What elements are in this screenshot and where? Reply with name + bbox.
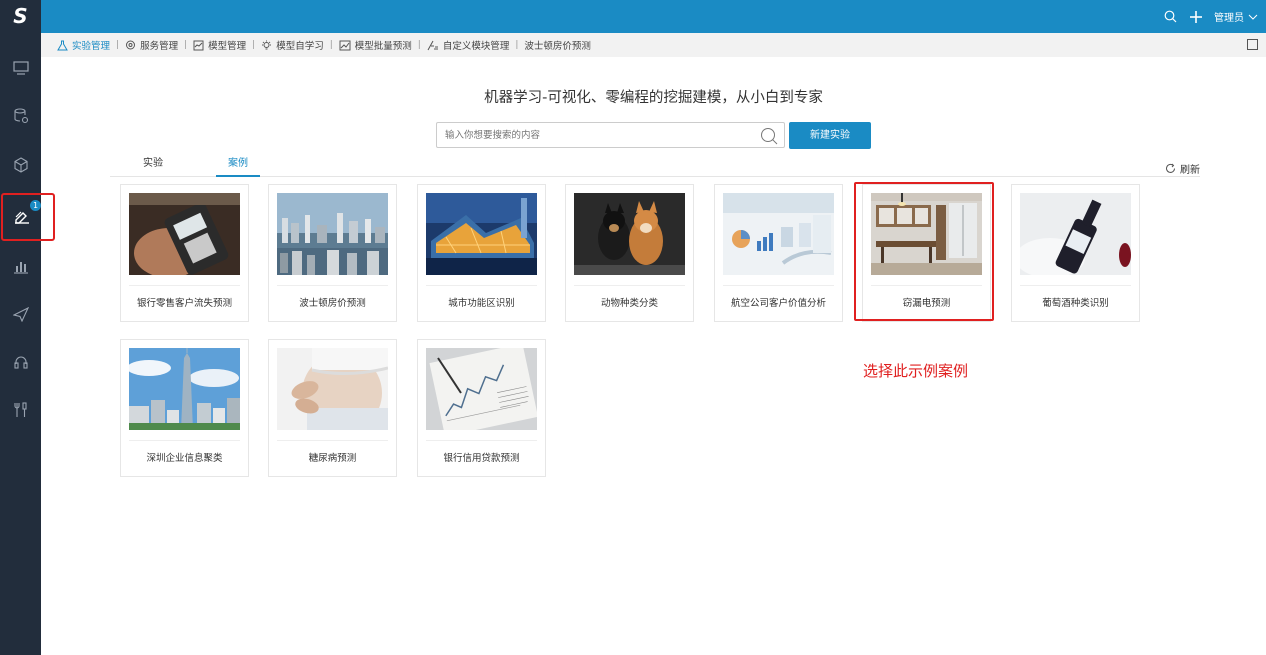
case-card-bank-churn[interactable]: 银行零售客户流失预测	[120, 184, 249, 322]
new-experiment-button[interactable]: 新建实验	[789, 122, 871, 149]
case-title: 动物种类分类	[600, 298, 658, 309]
case-title: 银行零售客户流失预测	[136, 298, 232, 309]
send-icon	[12, 306, 29, 322]
user-name: 管理员	[1214, 13, 1244, 24]
sidebar-item-cube[interactable]	[0, 150, 41, 180]
fullscreen-toggle[interactable]	[1247, 39, 1258, 50]
sidebar-item-model[interactable]: 1	[1, 193, 55, 241]
case-image-wine-bottle	[1020, 193, 1131, 275]
refresh-button[interactable]: 刷新	[1165, 161, 1200, 176]
case-image-skyscraper	[129, 348, 240, 430]
case-title: 城市功能区识别	[448, 298, 515, 309]
flask-icon	[57, 40, 68, 50]
search-icon[interactable]	[760, 127, 778, 145]
case-card-credit-loan[interactable]: 银行信用贷款预测	[417, 339, 546, 477]
separator: |	[116, 40, 120, 50]
card-divider	[574, 285, 685, 286]
search-box	[436, 122, 785, 148]
case-card-diabetes-prediction[interactable]: 糖尿病预测	[268, 339, 397, 477]
case-card-urban-function[interactable]: 城市功能区识别	[417, 184, 546, 322]
card-divider	[277, 285, 388, 286]
chevron-down-icon	[1248, 14, 1258, 20]
line-chart-icon	[339, 40, 351, 50]
card-divider	[277, 440, 388, 441]
nav-boston-housing[interactable]: 波士顿房价预测	[524, 38, 591, 52]
module-nav: 实验管理 | 服务管理 | 模型管理 | 模型自学习 | 模型批量预测 | 自定…	[41, 33, 1266, 57]
separator: |	[515, 40, 519, 50]
tools-icon	[13, 402, 27, 417]
case-image-newspaper-chart	[426, 348, 537, 430]
sidebar-item-chart[interactable]	[0, 251, 41, 281]
app-logo[interactable]: S	[0, 0, 41, 33]
headset-icon	[13, 356, 28, 369]
refresh-icon	[1166, 163, 1175, 173]
card-divider	[129, 440, 240, 441]
model-pen-icon	[15, 211, 29, 224]
case-title: 波士顿房价预测	[299, 298, 366, 309]
case-title: 葡萄酒种类识别	[1042, 298, 1109, 309]
case-card-wine-classification[interactable]: 葡萄酒种类识别	[1011, 184, 1140, 322]
sidebar-item-tools[interactable]	[0, 395, 41, 425]
tab-bar: 实验 案例	[110, 154, 1200, 177]
search-input[interactable]	[445, 126, 745, 144]
service-icon	[126, 40, 136, 49]
nav-model-self-learning[interactable]: 模型自学习	[261, 38, 324, 52]
selection-highlight	[854, 182, 994, 321]
nav-batch-prediction[interactable]: 模型批量预测	[339, 38, 412, 52]
user-menu[interactable]: 管理员	[1214, 9, 1258, 24]
tab-experiments[interactable]: 实验	[128, 154, 178, 177]
card-divider	[129, 285, 240, 286]
card-divider	[426, 440, 537, 441]
case-title: 深圳企业信息聚类	[146, 453, 223, 464]
notification-badge: 1	[30, 200, 41, 211]
separator: |	[417, 40, 421, 50]
sidebar-item-support[interactable]	[0, 347, 41, 377]
bulb-icon	[262, 40, 272, 49]
nav-model-management[interactable]: 模型管理	[193, 38, 246, 52]
case-image-pos-terminal	[129, 193, 240, 275]
case-title: 糖尿病预测	[308, 453, 357, 464]
case-title: 银行信用贷款预测	[443, 453, 520, 464]
case-title: 航空公司客户价值分析	[730, 298, 826, 309]
card-divider	[1020, 285, 1131, 286]
model-icon	[193, 40, 204, 50]
plus-icon[interactable]	[1188, 9, 1204, 25]
database-settings-icon	[13, 108, 28, 124]
separator: |	[252, 40, 256, 50]
sidebar-item-monitor[interactable]	[0, 53, 41, 83]
case-card-airline-value[interactable]: 航空公司客户价值分析	[714, 184, 843, 322]
case-image-charts-screen	[723, 193, 834, 275]
case-image-city-harbor	[277, 193, 388, 275]
case-card-shenzhen-clustering[interactable]: 深圳企业信息聚类	[120, 339, 249, 477]
case-image-glass-building	[426, 193, 537, 275]
bar-chart-icon	[13, 262, 28, 274]
custom-module-icon	[427, 40, 438, 50]
case-image-dogs	[574, 193, 685, 275]
card-divider	[426, 285, 537, 286]
separator: |	[184, 40, 188, 50]
case-card-animal-classification[interactable]: 动物种类分类	[565, 184, 694, 322]
search-icon[interactable]	[1162, 9, 1178, 25]
card-divider	[723, 285, 834, 286]
sidebar-item-data[interactable]	[0, 101, 41, 131]
case-card-boston-housing[interactable]: 波士顿房价预测	[268, 184, 397, 322]
sidebar: 1	[0, 33, 55, 655]
nav-service-management[interactable]: 服务管理	[125, 38, 178, 52]
page-headline: 机器学习-可视化、零编程的挖掘建模，从小白到专家	[484, 90, 823, 106]
case-image-belly	[277, 348, 388, 430]
top-right-tools: 管理员	[1162, 0, 1258, 33]
sidebar-item-publish[interactable]	[0, 299, 41, 329]
nav-experiment-management[interactable]: 实验管理	[57, 38, 110, 52]
tab-cases[interactable]: 案例	[216, 154, 260, 177]
monitor-icon	[12, 61, 29, 75]
cube-icon	[13, 157, 28, 173]
top-bar: 管理员	[0, 0, 1266, 33]
nav-custom-module-management[interactable]: 自定义模块管理	[427, 38, 509, 52]
separator: |	[329, 40, 333, 50]
annotation-text: 选择此示例案例	[863, 362, 969, 380]
